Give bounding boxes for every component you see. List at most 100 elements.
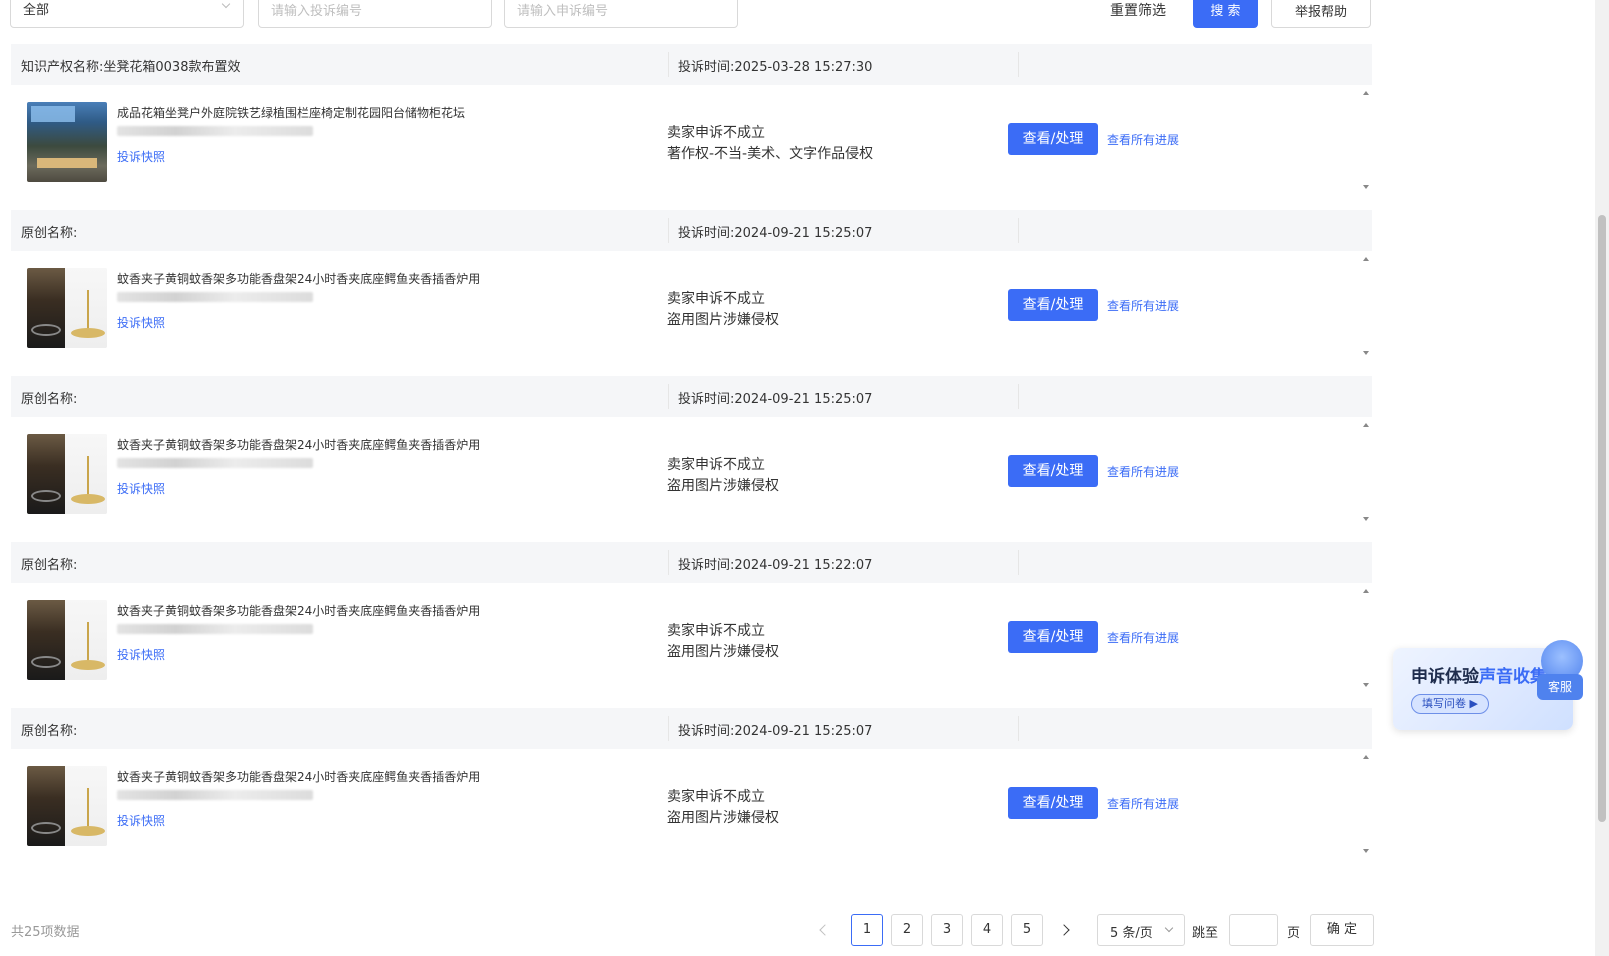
total-count: 共25项数据 [11, 925, 80, 940]
help-button[interactable]: 举报帮助 [1271, 0, 1371, 28]
scroll-down-icon[interactable] [1363, 849, 1369, 853]
page-5-button[interactable]: 5 [1011, 914, 1043, 946]
complaint-reason: 盗用图片涉嫌侵权 [667, 312, 779, 328]
fill-survey-button[interactable]: 填写问卷 ▶ [1411, 694, 1489, 714]
scroll-up-icon[interactable] [1363, 91, 1369, 95]
complaint-reason: 盗用图片涉嫌侵权 [667, 478, 779, 494]
product-thumbnail[interactable] [27, 600, 107, 680]
customer-service-label: 客服 [1537, 674, 1583, 700]
view-handle-button[interactable]: 查看/处理 [1008, 787, 1098, 819]
scroll-down-icon[interactable] [1363, 517, 1369, 521]
reset-filter-link[interactable]: 重置筛选 [1110, 0, 1166, 20]
scroll-down-icon[interactable] [1363, 351, 1369, 355]
page-4-button[interactable]: 4 [971, 914, 1003, 946]
complaint-snapshot-link[interactable]: 投诉快照 [117, 812, 165, 829]
view-all-progress-link[interactable]: 查看所有进展 [1107, 795, 1179, 812]
complaint-time: 投诉时间:2025-03-28 15:27:30 [678, 60, 873, 75]
page-scrollbar-thumb[interactable] [1598, 215, 1606, 822]
view-handle-button[interactable]: 查看/处理 [1008, 123, 1098, 155]
status-text: 卖家申诉不成立 [667, 623, 765, 639]
search-button[interactable]: 搜 索 [1193, 0, 1258, 28]
record-header: 原创名称: 投诉时间:2024-09-21 15:22:07 [11, 542, 1372, 583]
page-size-value: 5 条/页 [1110, 926, 1153, 941]
product-title[interactable]: 蚊香夹子黄铜蚊香架多功能香盘架24小时香夹底座鳄鱼夹香插香炉用 [117, 270, 480, 287]
prev-page-icon[interactable] [812, 915, 836, 945]
appeal-status: 卖家申诉不成立 盗用图片涉嫌侵权 [667, 787, 779, 829]
record-scrollbar[interactable] [1360, 583, 1372, 693]
complaint-record: 知识产权名称:坐凳花箱0038款布置效 投诉时间:2025-03-28 15:2… [11, 44, 1372, 200]
divider [668, 384, 669, 409]
page-unit-label: 页 [1287, 926, 1301, 941]
view-handle-button[interactable]: 查看/处理 [1008, 621, 1098, 653]
page-scrollbar[interactable] [1595, 0, 1609, 956]
complaint-snapshot-link[interactable]: 投诉快照 [117, 148, 165, 165]
view-handle-button[interactable]: 查看/处理 [1008, 455, 1098, 487]
complaint-snapshot-link[interactable]: 投诉快照 [117, 314, 165, 331]
appeal-status: 卖家申诉不成立 盗用图片涉嫌侵权 [667, 621, 779, 663]
view-handle-button[interactable]: 查看/处理 [1008, 289, 1098, 321]
page-size-select[interactable]: 5 条/页 [1097, 914, 1185, 946]
chevron-down-icon [221, 0, 231, 9]
scroll-up-icon[interactable] [1363, 423, 1369, 427]
type-select[interactable]: 全部 [10, 0, 244, 28]
survey-title-main: 申诉体验 [1411, 667, 1479, 687]
appeal-no-input[interactable]: 请输入申诉编号 [504, 0, 738, 28]
appeal-no-placeholder: 请输入申诉编号 [517, 4, 609, 19]
complaint-reason: 著作权-不当-美术、文字作品侵权 [667, 146, 874, 162]
scroll-down-icon[interactable] [1363, 185, 1369, 189]
complaint-no-input[interactable]: 请输入投诉编号 [258, 0, 492, 28]
record-body: 蚊香夹子黄铜蚊香架多功能香盘架24小时香夹底座鳄鱼夹香插香炉用 投诉快照 卖家申… [11, 251, 1372, 366]
record-header: 原创名称: 投诉时间:2024-09-21 15:25:07 [11, 210, 1372, 251]
product-thumbnail[interactable] [27, 102, 107, 182]
record-scrollbar[interactable] [1360, 417, 1372, 527]
complaint-record: 原创名称: 投诉时间:2024-09-21 15:25:07 蚊香夹子黄铜蚊香架… [11, 210, 1372, 366]
complaint-list-page: 全部 请输入投诉编号 请输入申诉编号 重置筛选 搜 索 举报帮助 知识产权名称:… [0, 0, 1609, 956]
divider [668, 716, 669, 741]
divider [1018, 52, 1019, 77]
product-thumbnail[interactable] [27, 268, 107, 348]
product-title[interactable]: 成品花箱坐凳户外庭院铁艺绿植围栏座椅定制花园阳台储物柜花坛 [117, 104, 465, 121]
scroll-down-icon[interactable] [1363, 683, 1369, 687]
page-3-button[interactable]: 3 [931, 914, 963, 946]
complaint-snapshot-link[interactable]: 投诉快照 [117, 646, 165, 663]
page-1-button[interactable]: 1 [851, 914, 883, 946]
product-thumbnail[interactable] [27, 434, 107, 514]
type-select-value: 全部 [23, 3, 50, 18]
view-all-progress-link[interactable]: 查看所有进展 [1107, 629, 1179, 646]
record-body: 蚊香夹子黄铜蚊香架多功能香盘架24小时香夹底座鳄鱼夹香插香炉用 投诉快照 卖家申… [11, 749, 1372, 864]
record-scrollbar[interactable] [1360, 251, 1372, 361]
view-all-progress-link[interactable]: 查看所有进展 [1107, 131, 1179, 148]
record-body: 蚊香夹子黄铜蚊香架多功能香盘架24小时香夹底座鳄鱼夹香插香炉用 投诉快照 卖家申… [11, 417, 1372, 532]
product-thumbnail[interactable] [27, 766, 107, 846]
record-scrollbar[interactable] [1360, 749, 1372, 859]
record-name: 知识产权名称:坐凳花箱0038款布置效 [21, 60, 241, 75]
filter-bar: 全部 请输入投诉编号 请输入申诉编号 重置筛选 搜 索 举报帮助 [0, 0, 1380, 30]
record-scrollbar[interactable] [1360, 85, 1372, 195]
product-title[interactable]: 蚊香夹子黄铜蚊香架多功能香盘架24小时香夹底座鳄鱼夹香插香炉用 [117, 436, 480, 453]
record-name: 原创名称: [21, 558, 78, 573]
divider [1018, 384, 1019, 409]
product-title[interactable]: 蚊香夹子黄铜蚊香架多功能香盘架24小时香夹底座鳄鱼夹香插香炉用 [117, 768, 480, 785]
status-text: 卖家申诉不成立 [667, 457, 765, 473]
jump-page-input[interactable] [1229, 914, 1278, 946]
page-2-button[interactable]: 2 [891, 914, 923, 946]
appeal-status: 卖家申诉不成立 盗用图片涉嫌侵权 [667, 455, 779, 497]
status-text: 卖家申诉不成立 [667, 291, 765, 307]
scroll-up-icon[interactable] [1363, 755, 1369, 759]
jump-confirm-button[interactable]: 确 定 [1310, 914, 1374, 946]
scroll-up-icon[interactable] [1363, 589, 1369, 593]
product-title[interactable]: 蚊香夹子黄铜蚊香架多功能香盘架24小时香夹底座鳄鱼夹香插香炉用 [117, 602, 480, 619]
scroll-up-icon[interactable] [1363, 257, 1369, 261]
complaint-time: 投诉时间:2024-09-21 15:22:07 [678, 558, 873, 573]
next-page-icon[interactable] [1054, 915, 1078, 945]
divider [668, 550, 669, 575]
appeal-status: 卖家申诉不成立 著作权-不当-美术、文字作品侵权 [667, 123, 873, 165]
divider [668, 218, 669, 243]
customer-service-button[interactable]: 客服 [1537, 640, 1583, 702]
jump-label: 跳至 [1192, 926, 1219, 941]
view-all-progress-link[interactable]: 查看所有进展 [1107, 463, 1179, 480]
blurred-product-info [117, 126, 313, 136]
complaint-time: 投诉时间:2024-09-21 15:25:07 [678, 392, 873, 407]
view-all-progress-link[interactable]: 查看所有进展 [1107, 297, 1179, 314]
complaint-snapshot-link[interactable]: 投诉快照 [117, 480, 165, 497]
